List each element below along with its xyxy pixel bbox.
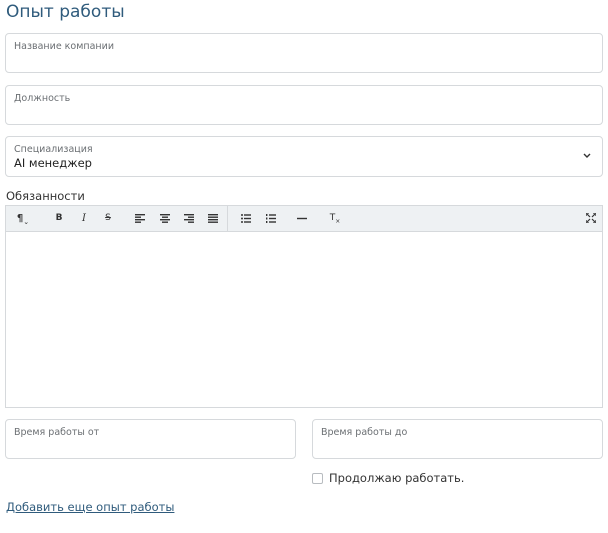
position-field[interactable]: Должность bbox=[5, 85, 603, 125]
strikethrough-icon: S bbox=[105, 213, 111, 223]
work-time-from-label: Время работы от bbox=[14, 427, 100, 438]
align-left-icon bbox=[135, 213, 145, 223]
italic-icon: I bbox=[82, 212, 86, 224]
add-work-experience-link[interactable]: Добавить еще опыт работы bbox=[6, 500, 174, 514]
duties-label: Обязанности bbox=[6, 189, 85, 203]
company-field[interactable]: Название компании bbox=[5, 33, 603, 73]
numbered-list-button[interactable] bbox=[262, 209, 280, 227]
strikethrough-button[interactable]: S bbox=[99, 209, 117, 227]
bullet-list-button[interactable] bbox=[237, 209, 255, 227]
numbered-list-icon bbox=[266, 213, 276, 223]
horizontal-rule-icon bbox=[297, 217, 307, 219]
align-justify-button[interactable] bbox=[204, 209, 222, 227]
bold-button[interactable]: B bbox=[50, 209, 68, 227]
paragraph-format-button[interactable]: ¶ ⌄ bbox=[14, 209, 32, 227]
company-label: Название компании bbox=[14, 41, 114, 52]
horizontal-rule-button[interactable] bbox=[293, 209, 311, 227]
page-title: Опыт работы bbox=[6, 2, 125, 22]
align-center-button[interactable] bbox=[156, 209, 174, 227]
work-time-to-label: Время работы до bbox=[321, 427, 408, 438]
work-time-from-field[interactable]: Время работы от bbox=[5, 419, 296, 459]
bold-icon: B bbox=[55, 213, 63, 223]
align-center-icon bbox=[160, 213, 170, 223]
align-right-icon bbox=[184, 213, 194, 223]
still-working-label[interactable]: Продолжаю работать. bbox=[329, 471, 464, 485]
duties-editor: ¶ ⌄ B I S T × bbox=[5, 205, 603, 408]
bullet-list-icon bbox=[241, 213, 251, 223]
clear-format-x-icon: × bbox=[335, 217, 341, 225]
fullscreen-button[interactable] bbox=[582, 209, 600, 227]
position-label: Должность bbox=[14, 93, 71, 104]
specialization-select[interactable]: Специализация AI менеджер bbox=[5, 136, 603, 177]
toolbar-separator bbox=[227, 206, 228, 231]
align-right-button[interactable] bbox=[180, 209, 198, 227]
work-time-to-field[interactable]: Время работы до bbox=[312, 419, 603, 459]
specialization-value: AI менеджер bbox=[14, 156, 92, 170]
fullscreen-icon bbox=[586, 213, 596, 223]
italic-button[interactable]: I bbox=[75, 209, 93, 227]
duties-text-area[interactable] bbox=[6, 232, 602, 407]
clear-format-button[interactable]: T × bbox=[326, 209, 344, 227]
dropdown-dot-icon: ⌄ bbox=[23, 218, 30, 226]
still-working-checkbox[interactable] bbox=[312, 473, 323, 484]
align-justify-icon bbox=[208, 213, 218, 223]
specialization-label: Специализация bbox=[14, 144, 93, 155]
align-left-button[interactable] bbox=[131, 209, 149, 227]
editor-toolbar: ¶ ⌄ B I S T × bbox=[6, 206, 602, 232]
chevron-down-icon bbox=[583, 153, 591, 158]
